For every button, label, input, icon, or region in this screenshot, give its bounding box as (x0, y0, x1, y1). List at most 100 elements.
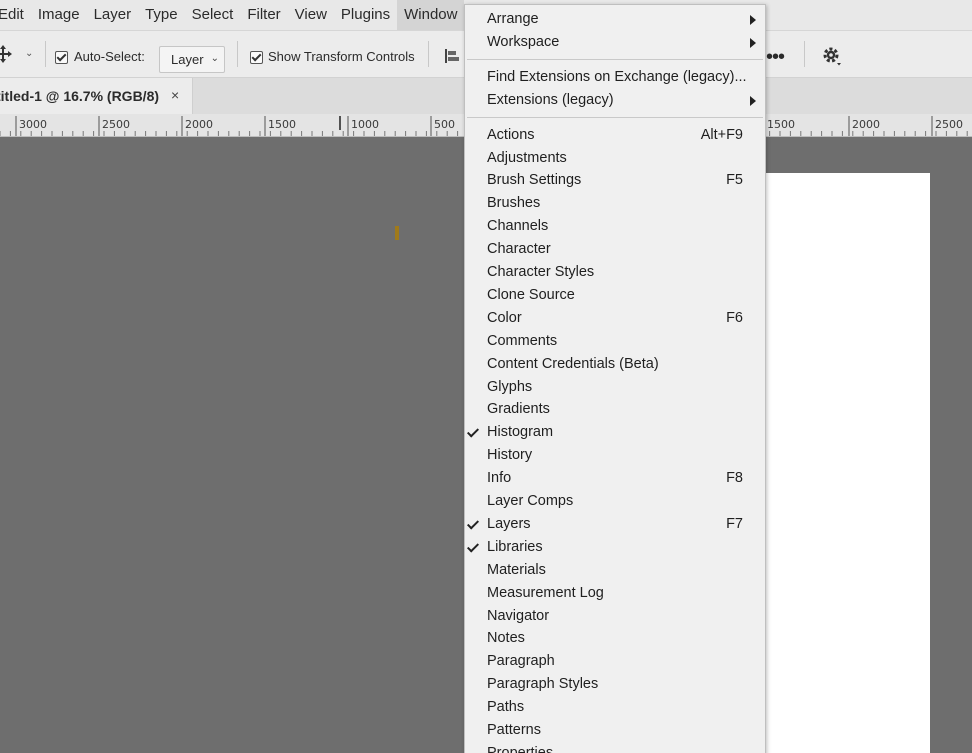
menu-item-brushes[interactable]: Brushes (465, 193, 765, 215)
menu-item-history[interactable]: History (465, 445, 765, 467)
menu-item-layer-comps[interactable]: Layer Comps (465, 491, 765, 513)
submenu-arrow-icon (750, 95, 756, 106)
ruler-label: 1000 (351, 118, 379, 131)
menu-item-label: Color (487, 309, 522, 326)
menu-item-label: Measurement Log (487, 584, 604, 601)
menu-item-label: Adjustments (487, 149, 567, 166)
menu-separator (467, 116, 763, 118)
menu-item-label: Histogram (487, 424, 554, 441)
menu-edit[interactable]: Edit (0, 0, 31, 30)
ruler-label: 3000 (19, 118, 47, 131)
gear-icon[interactable] (821, 45, 843, 67)
ruler-label: 500 (434, 118, 455, 131)
menu-view[interactable]: View (288, 0, 334, 30)
menu-item-gradients[interactable]: Gradients (465, 399, 765, 421)
window-menu-dropdown: Arrange Workspace Find Extensions on Excha… (464, 4, 766, 753)
menu-type[interactable]: Type (138, 0, 185, 30)
menu-item-comments[interactable]: Comments (465, 331, 765, 353)
menu-item-character-styles[interactable]: Character Styles (465, 262, 765, 284)
menu-item-label: Layers (487, 515, 531, 532)
menu-item-extensions-legacy[interactable]: Extensions (legacy) (465, 90, 765, 112)
menu-item-clone-source[interactable]: Clone Source (465, 285, 765, 307)
menu-item-libraries[interactable]: Libraries (465, 537, 765, 559)
divider (237, 41, 238, 67)
show-transform-label: Show Transform Controls (268, 49, 415, 64)
move-tool-icon[interactable] (0, 44, 12, 64)
divider (428, 41, 429, 67)
ruler-label: 2500 (935, 118, 963, 131)
menu-item-info[interactable]: Info F8 (465, 468, 765, 490)
menu-item-actions[interactable]: Actions Alt+F9 (465, 125, 765, 147)
ruler-label: 2000 (185, 118, 213, 131)
auto-select-target-dropdown[interactable]: Layer ⌄ (159, 46, 225, 73)
close-icon[interactable]: × (171, 87, 179, 103)
menu-item-character[interactable]: Character (465, 239, 765, 261)
menu-item-materials[interactable]: Materials (465, 560, 765, 582)
menu-item-label: Layer Comps (487, 493, 574, 509)
menu-item-label: Paragraph Styles (487, 676, 599, 693)
menu-layer[interactable]: Layer (87, 0, 139, 30)
more-options-icon[interactable]: ••• (766, 46, 785, 69)
menu-item-label: Character Styles (487, 264, 595, 280)
menu-item-label: Paths (487, 699, 525, 716)
menu-plugins[interactable]: Plugins (334, 0, 397, 30)
divider (804, 41, 805, 67)
menu-item-paragraph[interactable]: Paragraph (465, 651, 765, 673)
menu-window[interactable]: Window (397, 0, 465, 30)
menu-item-find-extensions-on-exchange-legacy[interactable]: Find Extensions on Exchange (legacy)... (465, 67, 765, 89)
menu-separator (467, 58, 763, 60)
menu-item-label: Brush Settings (487, 172, 582, 189)
checkmark-icon (466, 425, 480, 438)
menu-item-label: Channels (487, 218, 549, 235)
tool-preset-chevron-icon[interactable]: ⌄ (25, 48, 33, 59)
menu-item-shortcut: F6 (726, 309, 743, 326)
document-tab-title: titled-1 @ 16.7% (RGB/8) (0, 88, 160, 104)
menu-item-layers[interactable]: Layers F7 (465, 514, 765, 536)
auto-select-checkbox[interactable] (55, 51, 68, 64)
menu-item-label: History (487, 447, 533, 464)
menu-item-notes[interactable]: Notes (465, 628, 765, 650)
ruler-label: 1500 (268, 118, 296, 131)
menu-item-label: Notes (487, 630, 525, 647)
menu-item-adjustments[interactable]: Adjustments (465, 148, 765, 170)
menu-item-brush-settings[interactable]: Brush Settings F5 (465, 170, 765, 192)
menu-item-workspace[interactable]: Workspace (465, 32, 765, 54)
submenu-arrow-icon (750, 15, 756, 25)
menu-item-paths[interactable]: Paths (465, 697, 765, 719)
menu-item-measurement-log[interactable]: Measurement Log (465, 583, 765, 605)
menu-item-label: Arrange (487, 11, 539, 27)
menu-item-shortcut: Alt+F9 (700, 126, 743, 143)
text-cursor-marker (395, 226, 399, 240)
menu-item-label: Libraries (487, 538, 543, 555)
menu-item-arrange[interactable]: Arrange (465, 9, 765, 31)
chevron-down-icon: ⌄ (210, 53, 219, 64)
menu-item-color[interactable]: Color F6 (465, 308, 765, 330)
document-tab[interactable]: titled-1 @ 16.7% (RGB/8) × (0, 78, 193, 114)
show-transform-checkbox[interactable] (250, 51, 263, 64)
menu-item-label: Paragraph (487, 653, 555, 670)
menu-select[interactable]: Select (185, 0, 241, 30)
menu-item-paragraph-styles[interactable]: Paragraph Styles (465, 674, 765, 696)
auto-select-label: Auto-Select: (74, 49, 145, 64)
divider (45, 41, 46, 67)
menu-item-label: Workspace (487, 33, 560, 50)
photoshop-window: Edit Image Layer Type Select Filter View… (0, 0, 972, 753)
menu-filter[interactable]: Filter (240, 0, 287, 30)
ruler-label: 2000 (852, 118, 880, 131)
checkmark-icon (466, 540, 480, 553)
document-canvas[interactable] (762, 173, 930, 753)
menu-item-patterns[interactable]: Patterns (465, 720, 765, 742)
menu-item-glyphs[interactable]: Glyphs (465, 377, 765, 399)
menu-item-label: Brushes (487, 195, 541, 212)
menu-item-label: Navigator (487, 607, 550, 624)
menu-item-properties[interactable]: Properties (465, 743, 765, 753)
menu-item-histogram[interactable]: Histogram (465, 422, 765, 444)
align-left-icon[interactable] (445, 49, 459, 63)
ruler-label: 1500 (767, 118, 795, 131)
menu-item-navigator[interactable]: Navigator (465, 606, 765, 628)
ruler-label: 2500 (102, 118, 130, 131)
menu-item-channels[interactable]: Channels (465, 216, 765, 238)
menu-item-content-credentials-beta[interactable]: Content Credentials (Beta) (465, 354, 765, 376)
menu-image[interactable]: Image (31, 0, 87, 30)
checkmark-icon (466, 517, 480, 530)
